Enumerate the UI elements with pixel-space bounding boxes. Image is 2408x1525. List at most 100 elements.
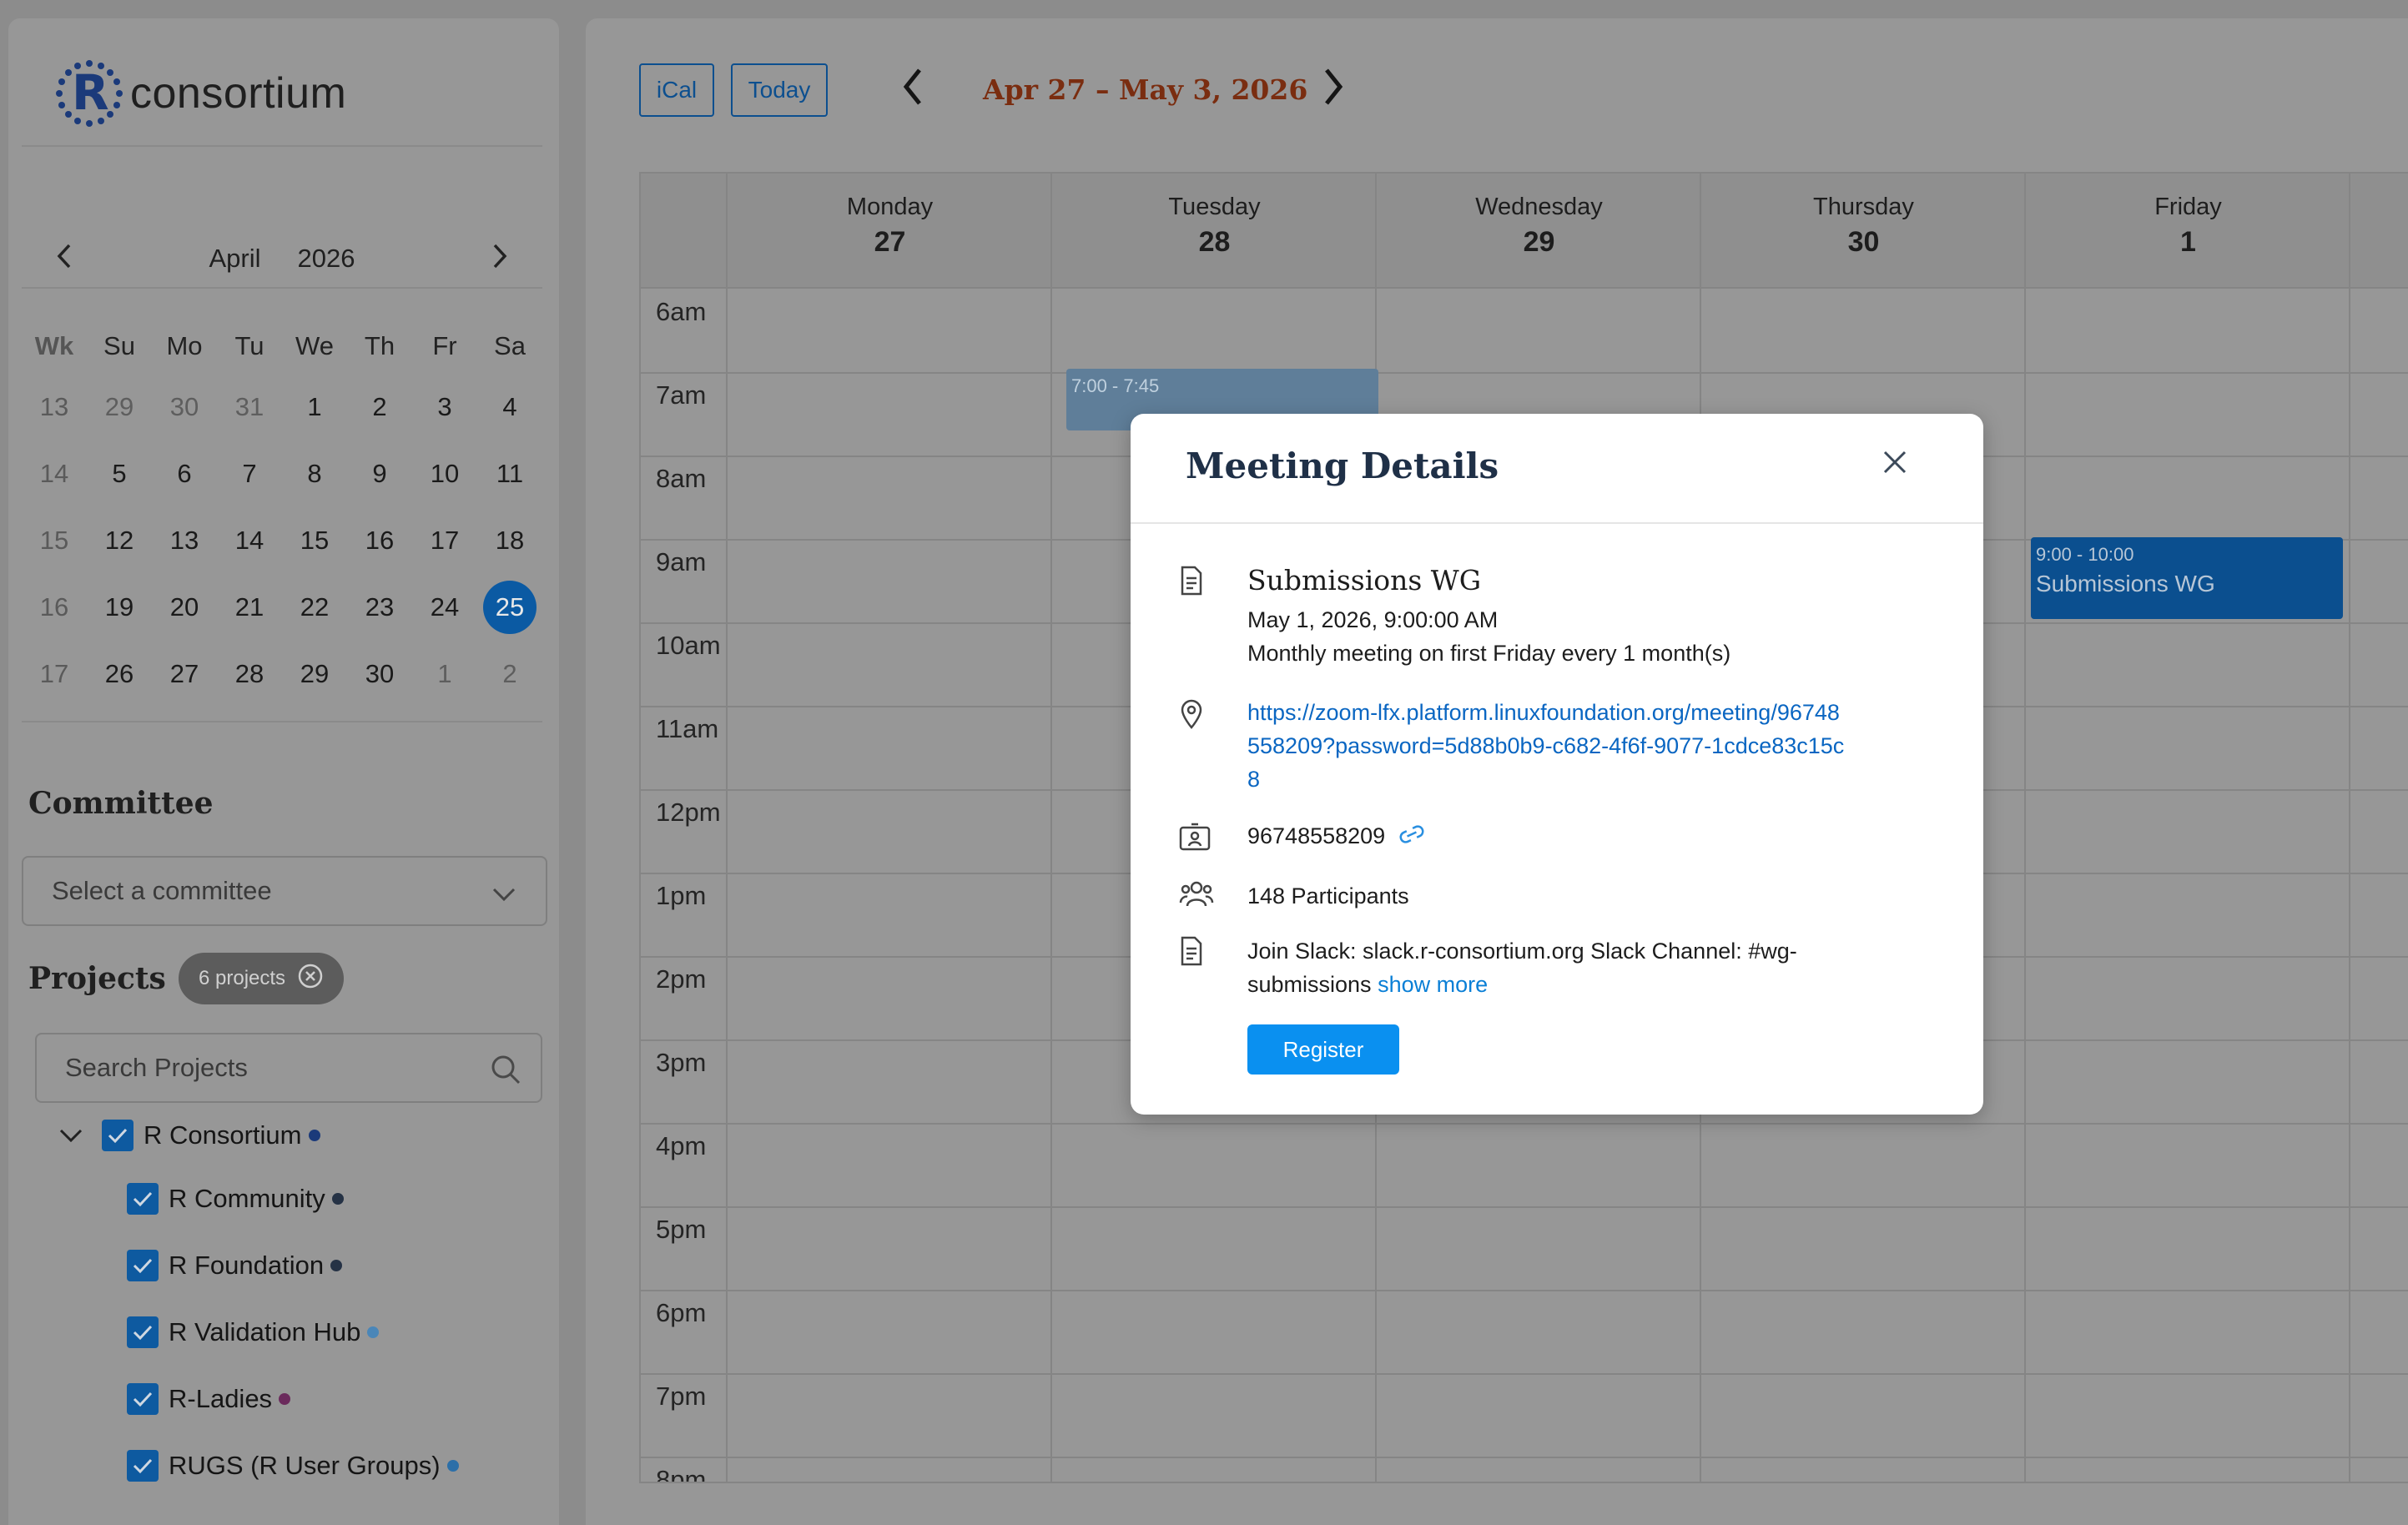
project-item[interactable]: R Community	[127, 1183, 344, 1215]
mini-calendar-day[interactable]: 22	[282, 592, 347, 622]
mini-calendar-day[interactable]: 28	[217, 659, 282, 689]
week-number: 16	[39, 592, 69, 622]
project-item[interactable]: R Foundation	[127, 1250, 343, 1281]
mini-calendar-week-row: 15 12 13 14 15 16 17 18	[22, 507, 542, 574]
register-button[interactable]: Register	[1247, 1024, 1399, 1075]
mini-calendar-day[interactable]: 29	[282, 659, 347, 689]
mini-calendar-day[interactable]: 2	[347, 392, 412, 422]
day-column-header[interactable]: Wednesday 29	[1377, 174, 1701, 289]
meeting-datetime: May 1, 2026, 9:00:00 AM	[1247, 607, 1499, 632]
day-column-header[interactable]: Friday 1	[2026, 174, 2350, 289]
chevron-down-icon	[491, 879, 517, 909]
copy-link-icon[interactable]	[1397, 824, 1427, 848]
mini-calendar-day[interactable]: 5	[87, 459, 152, 489]
logo-dot	[86, 120, 93, 127]
ical-button[interactable]: iCal	[639, 63, 714, 117]
committee-select[interactable]: Select a committee	[22, 856, 547, 926]
mini-calendar-day[interactable]: 31	[217, 392, 282, 422]
day-column-header[interactable]: Thursday 30	[1701, 174, 2026, 289]
mini-calendar-day[interactable]: 27	[152, 659, 217, 689]
mini-calendar-day[interactable]: 8	[282, 459, 347, 489]
meeting-name: Submissions WG	[1247, 564, 1482, 596]
checkbox-checked-icon[interactable]	[127, 1250, 159, 1281]
mini-calendar-day[interactable]: 4	[477, 392, 542, 422]
mini-calendar-day[interactable]: 1	[282, 392, 347, 422]
mini-calendar-day[interactable]: 17	[412, 526, 477, 556]
mini-calendar-day[interactable]: 29	[87, 392, 152, 422]
hour-label: 7am	[656, 380, 707, 410]
checkbox-checked-icon[interactable]	[127, 1383, 159, 1415]
mini-calendar-day[interactable]: 26	[87, 659, 152, 689]
selected-day[interactable]: 25	[483, 581, 537, 634]
mini-calendar-day[interactable]: 30	[152, 392, 217, 422]
mini-calendar-day[interactable]: 14	[217, 526, 282, 556]
mini-calendar-week-row: 13 29 30 31 1 2 3 4	[22, 374, 542, 440]
search-projects-input[interactable]: Search Projects	[35, 1033, 542, 1103]
description-icon	[1179, 936, 1204, 970]
logo-dot	[113, 101, 121, 108]
mini-calendar-day[interactable]: 10	[412, 459, 477, 489]
chevron-down-icon[interactable]	[58, 1120, 83, 1150]
checkbox-checked-icon[interactable]	[127, 1183, 159, 1215]
meeting-recurrence: Monthly meeting on first Friday every 1 …	[1247, 641, 1731, 666]
mini-calendar-day[interactable]: 6	[152, 459, 217, 489]
clear-filter-icon[interactable]	[297, 963, 324, 995]
next-month-icon[interactable]	[491, 242, 509, 278]
mini-calendar-day[interactable]: 18	[477, 526, 542, 556]
mini-calendar-day[interactable]: 7	[217, 459, 282, 489]
day-number: 27	[874, 226, 906, 258]
mini-calendar-day[interactable]: 25	[477, 581, 542, 634]
today-button[interactable]: Today	[731, 63, 828, 117]
search-icon[interactable]	[489, 1053, 522, 1093]
mini-calendar-day[interactable]: 2	[477, 659, 542, 689]
logo-mark: R	[53, 58, 125, 129]
event-block-submissions-wg[interactable]: 9:00 - 10:00 Submissions WG	[2031, 537, 2343, 619]
day-column-header[interactable]: Monday 27	[728, 174, 1052, 289]
committee-select-placeholder: Select a committee	[52, 876, 272, 905]
event-time: 9:00 - 10:00	[2036, 544, 2134, 565]
mini-calendar-month[interactable]: April	[209, 244, 261, 274]
hour-label: 5pm	[656, 1215, 707, 1244]
logo[interactable]: R consortium	[53, 52, 346, 135]
mini-calendar-day[interactable]: 9	[347, 459, 412, 489]
mini-calendar-day[interactable]: 16	[347, 526, 412, 556]
project-item[interactable]: R Consortium	[58, 1120, 320, 1151]
project-item[interactable]: RUGS (R User Groups)	[127, 1450, 459, 1482]
mini-calendar-day[interactable]: 19	[87, 592, 152, 622]
mini-calendar-day[interactable]: 15	[282, 526, 347, 556]
divider	[22, 287, 542, 289]
mini-calendar-day[interactable]: 12	[87, 526, 152, 556]
projects-count-badge[interactable]: 6 projects	[179, 953, 345, 1004]
logo-dot	[64, 111, 72, 118]
next-week-icon[interactable]	[1322, 67, 1345, 111]
mini-calendar-day[interactable]: 23	[347, 592, 412, 622]
week-number: 15	[39, 526, 69, 555]
mini-calendar-day[interactable]: 21	[217, 592, 282, 622]
grid-hour-line	[641, 1457, 2408, 1458]
logo-dot	[58, 78, 65, 86]
grid-column-line	[1050, 174, 1052, 1482]
mini-calendar-year[interactable]: 2026	[298, 244, 355, 274]
checkbox-checked-icon[interactable]	[102, 1120, 133, 1151]
checkbox-checked-icon[interactable]	[127, 1450, 159, 1482]
logo-dot	[74, 62, 82, 69]
modal-title: Meeting Details	[1186, 445, 1499, 486]
mini-calendar-day[interactable]: 3	[412, 392, 477, 422]
mini-calendar-day[interactable]: 20	[152, 592, 217, 622]
mini-calendar-day[interactable]: 30	[347, 659, 412, 689]
prev-week-icon[interactable]	[901, 67, 924, 111]
week-number: 14	[39, 459, 69, 488]
mini-calendar-day[interactable]: 1	[412, 659, 477, 689]
project-item[interactable]: R-Ladies	[127, 1383, 291, 1415]
close-icon[interactable]	[1882, 449, 1908, 480]
meeting-link[interactable]: https://zoom-lfx.platform.linuxfoundatio…	[1247, 696, 1848, 796]
prev-month-icon[interactable]	[55, 242, 73, 278]
mini-calendar-day[interactable]: 13	[152, 526, 217, 556]
document-icon	[1179, 566, 1204, 600]
mini-calendar-day[interactable]: 24	[412, 592, 477, 622]
project-item[interactable]: R Validation Hub	[127, 1316, 380, 1348]
show-more-link[interactable]: show more	[1378, 972, 1488, 997]
checkbox-checked-icon[interactable]	[127, 1316, 159, 1348]
day-column-header[interactable]: Tuesday 28	[1052, 174, 1377, 289]
mini-calendar-day[interactable]: 11	[477, 459, 542, 489]
